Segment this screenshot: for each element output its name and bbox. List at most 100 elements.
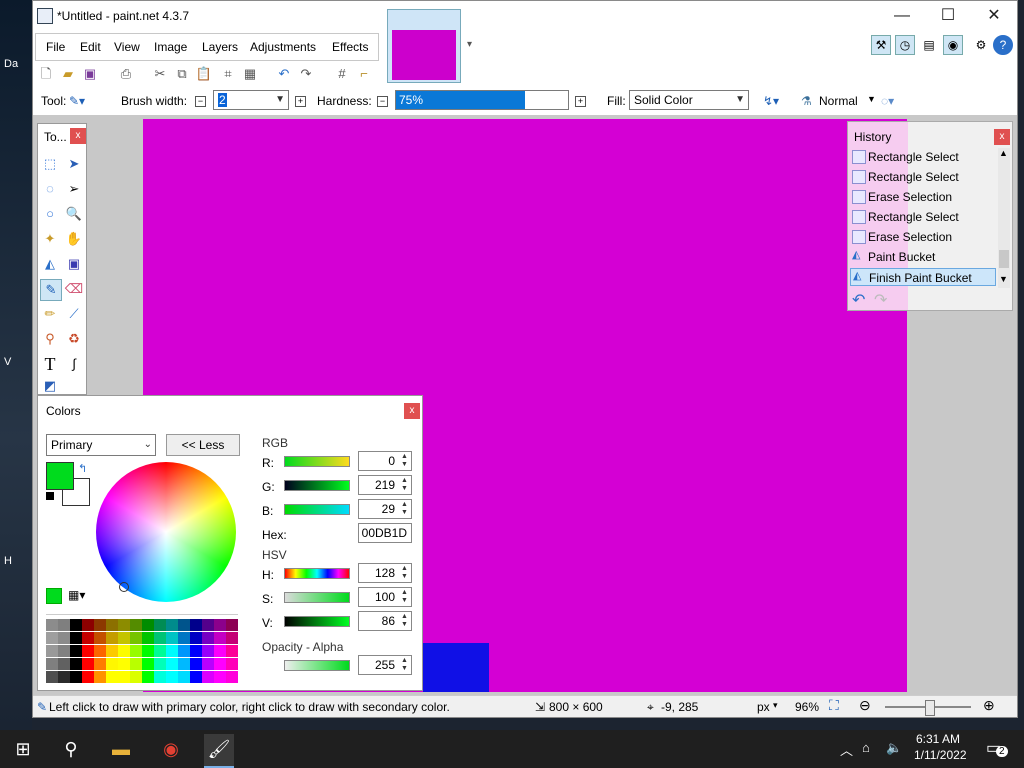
search-icon[interactable]: ⚲ — [56, 734, 86, 764]
blend-mode-icon[interactable]: ⚗ — [801, 94, 812, 108]
chevron-up-icon[interactable]: ▲ — [999, 148, 1008, 158]
paintbrush-icon[interactable]: ✎ — [40, 279, 62, 301]
antialiasing-icon[interactable]: ↯▾ — [763, 94, 779, 108]
palette-swatch[interactable] — [46, 632, 58, 644]
menu-view[interactable]: View — [114, 40, 140, 54]
blue-slider[interactable] — [284, 504, 350, 515]
zoom-in-icon[interactable]: ⊕ — [983, 697, 995, 714]
palette-swatch[interactable] — [70, 658, 82, 670]
clone-stamp-icon[interactable]: ⚲ — [40, 329, 60, 349]
palette-swatch[interactable] — [94, 671, 106, 683]
blend-mode-value[interactable]: Normal — [819, 94, 858, 108]
palette-swatch[interactable] — [106, 658, 118, 670]
lasso-select-icon[interactable]: ◌ — [40, 179, 60, 199]
palette-swatch[interactable] — [130, 658, 142, 670]
colors-panel-close-button[interactable]: x — [404, 403, 420, 419]
palette-swatch[interactable] — [142, 619, 154, 631]
blue-spinner[interactable]: ▲ ▼ — [399, 501, 410, 517]
saturation-spinner[interactable]: ▲ ▼ — [399, 589, 410, 605]
palette-swatch[interactable] — [82, 658, 94, 670]
palette-swatch[interactable] — [106, 619, 118, 631]
history-item[interactable]: Rectangle Select — [850, 148, 996, 166]
palette-swatch[interactable] — [226, 619, 238, 631]
palette-swatch[interactable] — [94, 632, 106, 644]
redo-icon[interactable]: ↷ — [874, 290, 887, 310]
palette-swatch[interactable] — [154, 658, 166, 670]
opacity-spinner[interactable]: ▲ ▼ — [399, 657, 410, 673]
palette-swatch[interactable] — [118, 645, 130, 657]
reset-colors-icon[interactable] — [46, 492, 54, 500]
palette-swatch[interactable] — [58, 632, 70, 644]
palette-swatch[interactable] — [214, 658, 226, 670]
palette-swatch[interactable] — [142, 671, 154, 683]
palette-swatch[interactable] — [58, 671, 70, 683]
palette-swatch[interactable] — [82, 645, 94, 657]
palette-swatch[interactable] — [118, 632, 130, 644]
pan-hand-icon[interactable]: ✋ — [64, 229, 84, 249]
colors-window-toggle-icon[interactable]: ◉ — [943, 35, 963, 55]
color-wheel-picker[interactable] — [119, 582, 129, 592]
chevron-down-icon[interactable]: ▼ — [735, 91, 745, 109]
palette-swatch[interactable] — [190, 671, 202, 683]
save-icon[interactable]: ▣ — [81, 65, 99, 83]
close-button[interactable]: ✕ — [971, 1, 1017, 31]
palette-swatch[interactable] — [202, 632, 214, 644]
network-icon[interactable]: ⌂ — [862, 740, 870, 755]
ellipse-select-icon[interactable]: ○ — [40, 204, 60, 224]
history-item[interactable]: Rectangle Select — [850, 208, 996, 226]
color-palette[interactable] — [46, 614, 238, 687]
palette-swatch[interactable] — [214, 671, 226, 683]
new-file-icon[interactable]: 🗋 — [37, 65, 55, 83]
clock-date[interactable]: 1/11/2022 — [914, 748, 967, 762]
chevron-down-icon[interactable]: ▼ — [867, 94, 876, 104]
palette-swatch[interactable] — [154, 619, 166, 631]
value-spinner[interactable]: ▲ ▼ — [399, 613, 410, 629]
selection-mode-icon[interactable]: ◌▾ — [881, 94, 894, 108]
gradient-icon[interactable]: ▣ — [64, 254, 84, 274]
magic-wand-icon[interactable]: ✦ — [40, 229, 60, 249]
palette-swatch[interactable] — [106, 671, 118, 683]
palette-swatch[interactable] — [166, 645, 178, 657]
palette-swatch[interactable] — [154, 645, 166, 657]
undo-icon[interactable]: ↶ — [275, 65, 293, 83]
palette-swatch[interactable] — [118, 658, 130, 670]
green-slider[interactable] — [284, 480, 350, 491]
history-item[interactable]: Erase Selection — [850, 188, 996, 206]
add-to-palette-icon[interactable] — [46, 588, 62, 604]
palette-swatch[interactable] — [202, 645, 214, 657]
palette-swatch[interactable] — [226, 671, 238, 683]
menu-adjustments[interactable]: Adjustments — [250, 40, 316, 54]
swap-colors-icon[interactable]: ↰ — [78, 462, 87, 475]
chevron-down-icon[interactable]: ▼ — [275, 91, 285, 109]
paste-icon[interactable]: 📋 — [195, 65, 213, 83]
open-folder-icon[interactable]: ▰ — [59, 65, 77, 83]
palette-swatch[interactable] — [214, 645, 226, 657]
color-picker-icon[interactable]: ⟋ — [64, 304, 84, 324]
chevron-down-icon[interactable]: ⌄ — [144, 435, 152, 455]
palette-swatch[interactable] — [58, 658, 70, 670]
primary-secondary-combo[interactable]: Primary ⌄ — [46, 434, 156, 456]
palette-swatch[interactable] — [118, 671, 130, 683]
palette-swatch[interactable] — [130, 671, 142, 683]
palette-swatch[interactable] — [202, 658, 214, 670]
minimize-button[interactable]: — — [879, 1, 925, 31]
opacity-input[interactable]: 255 ▲ ▼ — [358, 655, 412, 675]
color-wheel[interactable] — [96, 462, 236, 602]
grid-icon[interactable]: # — [333, 65, 351, 83]
crop-icon[interactable]: ⌗ — [219, 65, 237, 83]
copy-icon[interactable]: ⧉ — [173, 65, 191, 83]
chevron-down-icon[interactable]: ▾ — [467, 39, 472, 50]
palette-swatch[interactable] — [178, 632, 190, 644]
chevron-down-icon[interactable]: ▾ — [773, 700, 778, 711]
palette-swatch[interactable] — [190, 619, 202, 631]
value-slider[interactable] — [284, 616, 350, 627]
shapes-icon[interactable]: ◩ — [40, 376, 60, 396]
hardness-slider[interactable]: 75% — [395, 90, 569, 110]
history-window-toggle-icon[interactable]: ◷ — [895, 35, 915, 55]
zoom-slider-thumb[interactable] — [925, 700, 935, 716]
palette-swatch[interactable] — [190, 645, 202, 657]
units-selector[interactable]: px — [757, 700, 770, 714]
chevron-down-icon[interactable]: ▼ — [999, 274, 1008, 284]
clock-time[interactable]: 6:31 AM — [916, 732, 960, 746]
palette-swatch[interactable] — [142, 632, 154, 644]
